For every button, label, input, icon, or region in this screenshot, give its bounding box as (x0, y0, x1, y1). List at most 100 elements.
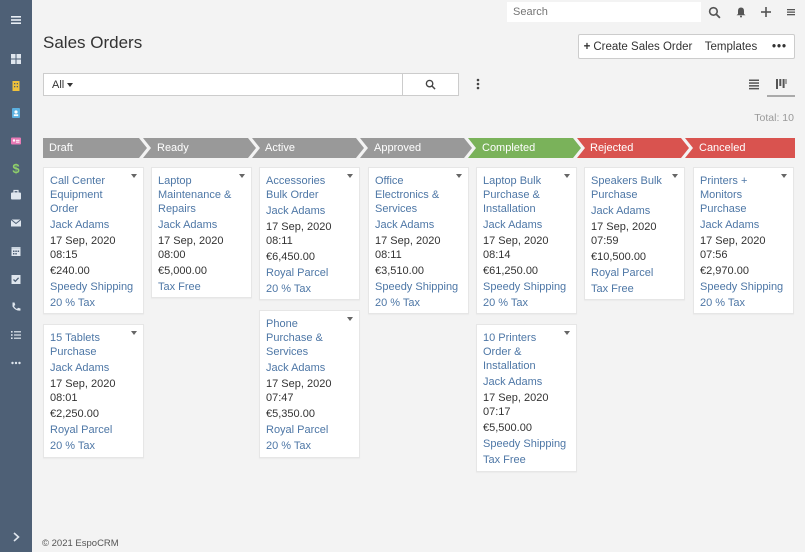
shipping-method-link[interactable]: Royal Parcel (50, 423, 137, 437)
order-name-link[interactable]: Laptop Maintenance & Repairs (158, 174, 245, 216)
shipping-method-link[interactable]: Speedy Shipping (50, 280, 137, 294)
opportunities-icon[interactable]: $ (0, 157, 32, 179)
shipping-method-link[interactable]: Royal Parcel (591, 266, 678, 280)
order-date: 17 Sep, 2020 (158, 235, 224, 247)
user-menu-icon[interactable] (782, 3, 800, 21)
order-name-link[interactable]: Printers + Monitors Purchase (700, 174, 787, 216)
order-date: 17 Sep, 2020 (375, 235, 441, 247)
kanban-view-icon[interactable] (767, 72, 795, 97)
contacts-icon[interactable] (0, 102, 32, 124)
filter-search-button[interactable] (402, 73, 459, 96)
tax-link[interactable]: 20 % Tax (700, 296, 787, 310)
order-time: 08:00 (158, 249, 186, 261)
tax-link[interactable]: 20 % Tax (375, 296, 462, 310)
shipping-method-link[interactable]: Speedy Shipping (483, 280, 570, 294)
kanban-card[interactable]: Laptop Maintenance & Repairs Jack Adams … (151, 167, 252, 298)
tax-link[interactable]: 20 % Tax (50, 439, 137, 453)
order-name-link[interactable]: Office Electronics & Services (375, 174, 462, 216)
kanban-card[interactable]: Accessories Bulk Order Jack Adams 17 Sep… (259, 167, 360, 300)
cases-icon[interactable] (0, 184, 32, 206)
sidebar: $ (0, 0, 32, 552)
global-search-input[interactable] (507, 2, 701, 22)
order-amount: €5,500.00 (483, 422, 532, 434)
more-tabs-icon[interactable] (0, 352, 32, 374)
kanban-card[interactable]: 15 Tablets Purchase Jack Adams 17 Sep, 2… (43, 324, 144, 458)
stage-rejected: Rejected (584, 138, 633, 158)
calendar-icon[interactable] (0, 240, 32, 262)
shipping-method-link[interactable]: Royal Parcel (266, 266, 353, 280)
assigned-user-link[interactable]: Jack Adams (375, 218, 462, 232)
kanban-card[interactable]: Office Electronics & Services Jack Adams… (368, 167, 469, 314)
order-date: 17 Sep, 2020 (591, 221, 657, 233)
card-menu-caret-icon[interactable] (672, 174, 678, 178)
meetings-icon[interactable] (0, 268, 32, 290)
filter-options-kebab-icon[interactable] (471, 75, 485, 93)
tasks-icon[interactable] (0, 324, 32, 346)
accounts-icon[interactable] (0, 75, 32, 97)
shipping-method-link[interactable]: Speedy Shipping (700, 280, 787, 294)
assigned-user-link[interactable]: Jack Adams (483, 375, 570, 389)
order-time: 07:17 (483, 406, 511, 418)
card-menu-caret-icon[interactable] (564, 331, 570, 335)
list-view-icon[interactable] (744, 74, 764, 94)
order-name-link[interactable]: 15 Tablets Purchase (50, 331, 137, 359)
card-menu-caret-icon[interactable] (131, 331, 137, 335)
assigned-user-link[interactable]: Jack Adams (591, 204, 678, 218)
kanban-card[interactable]: Speakers Bulk Purchase Jack Adams 17 Sep… (584, 167, 685, 300)
order-name-link[interactable]: Phone Purchase & Services (266, 317, 353, 359)
create-sales-order-button[interactable]: + Create Sales Order (578, 34, 698, 59)
kanban-card[interactable]: Printers + Monitors Purchase Jack Adams … (693, 167, 794, 314)
notifications-bell-icon[interactable] (732, 3, 750, 21)
assigned-user-link[interactable]: Jack Adams (700, 218, 787, 232)
shipping-method-link[interactable]: Speedy Shipping (483, 437, 570, 451)
quick-create-plus-icon[interactable] (757, 3, 775, 21)
templates-button[interactable]: Templates (697, 34, 766, 59)
sidebar-expand-icon[interactable] (0, 526, 32, 548)
kanban-card[interactable]: Laptop Bulk Purchase & Installation Jack… (476, 167, 577, 314)
kanban-card[interactable]: Call Center Equipment Order Jack Adams 1… (43, 167, 144, 314)
total-count: Total: 10 (754, 112, 794, 124)
card-menu-caret-icon[interactable] (347, 317, 353, 321)
order-name-link[interactable]: Call Center Equipment Order (50, 174, 137, 216)
tax-link[interactable]: Tax Free (483, 453, 570, 467)
plus-icon: + (583, 40, 591, 53)
stage-approved: Approved (368, 138, 421, 158)
order-name-link[interactable]: Speakers Bulk Purchase (591, 174, 678, 202)
tax-link[interactable]: 20 % Tax (266, 439, 353, 453)
tax-link[interactable]: 20 % Tax (266, 282, 353, 296)
assigned-user-link[interactable]: Jack Adams (266, 361, 353, 375)
assigned-user-link[interactable]: Jack Adams (266, 204, 353, 218)
card-menu-caret-icon[interactable] (564, 174, 570, 178)
tax-link[interactable]: Tax Free (158, 280, 245, 294)
order-name-link[interactable]: 10 Printers Order & Installation (483, 331, 570, 373)
tax-link[interactable]: 20 % Tax (50, 296, 137, 310)
order-name-link[interactable]: Laptop Bulk Purchase & Installation (483, 174, 570, 216)
card-menu-caret-icon[interactable] (347, 174, 353, 178)
card-menu-caret-icon[interactable] (456, 174, 462, 178)
card-menu-caret-icon[interactable] (131, 174, 137, 178)
card-menu-caret-icon[interactable] (239, 174, 245, 178)
card-menu-caret-icon[interactable] (781, 174, 787, 178)
menu-toggle-icon[interactable] (0, 9, 32, 31)
dashboard-icon[interactable] (0, 48, 32, 70)
filter-text-input[interactable] (79, 73, 403, 96)
more-actions-button[interactable]: ••• (765, 34, 795, 59)
assigned-user-link[interactable]: Jack Adams (158, 218, 245, 232)
shipping-method-link[interactable]: Royal Parcel (266, 423, 353, 437)
filter-preset-dropdown[interactable]: All (43, 73, 80, 96)
leads-icon[interactable] (0, 130, 32, 152)
kanban-card[interactable]: Phone Purchase & Services Jack Adams 17 … (259, 310, 360, 458)
shipping-method-link[interactable]: Speedy Shipping (375, 280, 462, 294)
order-time: 07:56 (700, 249, 728, 261)
order-name-link[interactable]: Accessories Bulk Order (266, 174, 353, 202)
calls-icon[interactable] (0, 296, 32, 318)
email-icon[interactable] (0, 212, 32, 234)
assigned-user-link[interactable]: Jack Adams (483, 218, 570, 232)
stage-completed: Completed (476, 138, 535, 158)
assigned-user-link[interactable]: Jack Adams (50, 218, 137, 232)
tax-link[interactable]: 20 % Tax (483, 296, 570, 310)
search-icon[interactable] (705, 3, 723, 21)
assigned-user-link[interactable]: Jack Adams (50, 361, 137, 375)
kanban-card[interactable]: 10 Printers Order & Installation Jack Ad… (476, 324, 577, 472)
tax-link[interactable]: Tax Free (591, 282, 678, 296)
